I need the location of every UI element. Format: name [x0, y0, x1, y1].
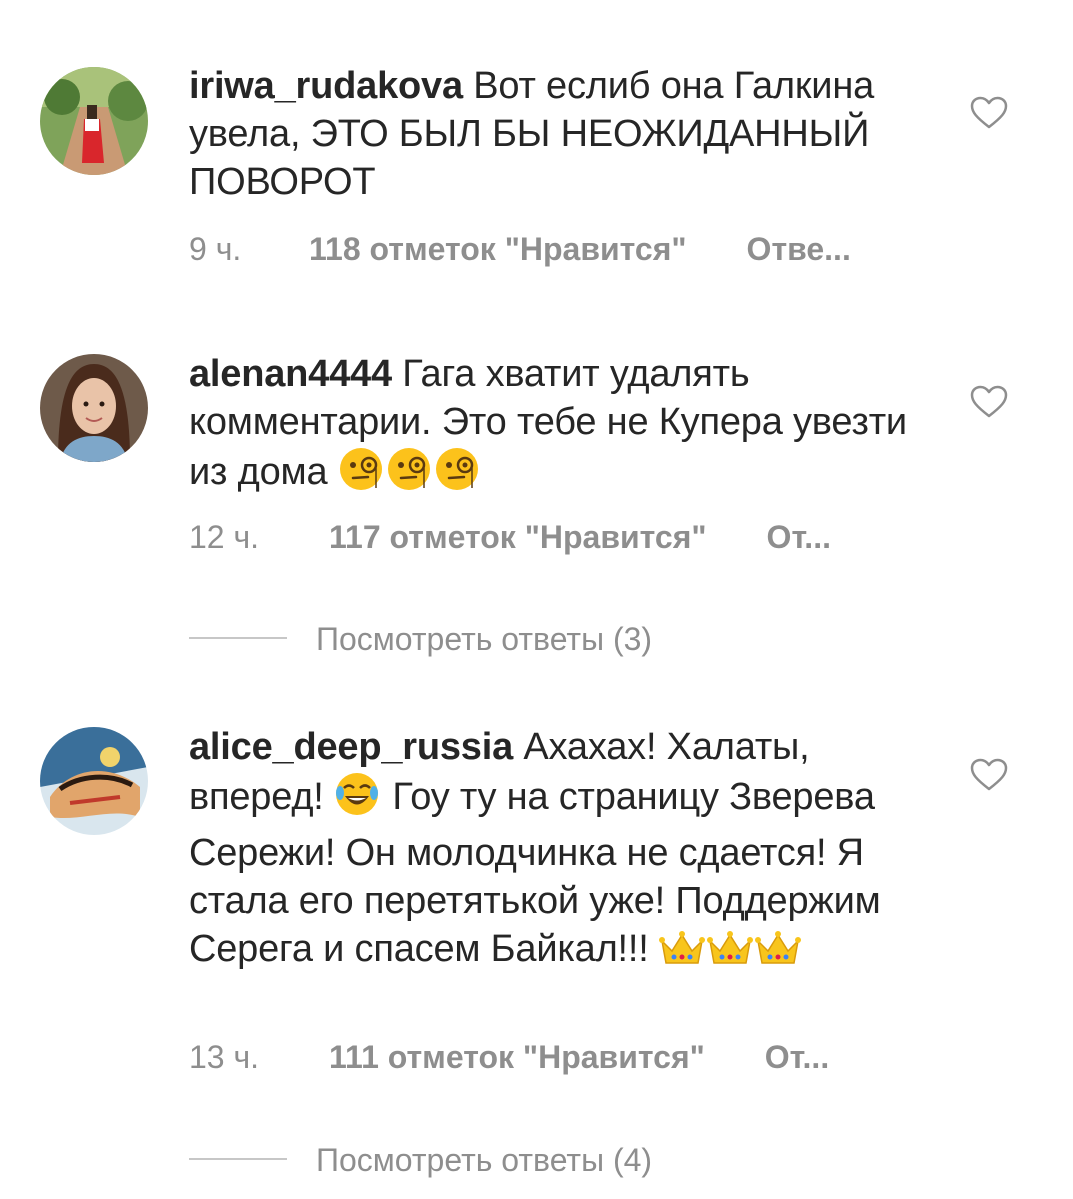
likes-count[interactable]: 111 отметок "Нравится" [329, 1037, 705, 1077]
likes-count[interactable]: 117 отметок "Нравится" [329, 517, 707, 557]
comment-text: alenan4444 Гага хватит удалять комментар… [189, 350, 939, 504]
divider-line [189, 637, 287, 639]
avatar-photo-icon [40, 354, 148, 462]
avatar[interactable] [40, 354, 148, 462]
comment-meta: 13 ч. 111 отметок "Нравится" От... [189, 1037, 829, 1077]
face-with-monocle-icon [338, 446, 384, 504]
reply-button[interactable]: От... [767, 517, 831, 557]
timestamp: 9 ч. [189, 231, 242, 267]
comment-meta: 12 ч. 117 отметок "Нравится" От... [189, 517, 831, 557]
avatar[interactable] [40, 727, 148, 835]
divider-line [189, 1158, 287, 1160]
username[interactable]: alenan4444 [189, 353, 392, 395]
comment-meta: 9 ч. 118 отметок "Нравится" Отве... [189, 229, 851, 269]
username[interactable]: alice_deep_russia [189, 726, 513, 768]
crown-icon [754, 929, 801, 981]
avatar[interactable] [40, 67, 148, 175]
timestamp: 12 ч. [189, 519, 260, 555]
face-with-monocle-icon [434, 446, 480, 504]
face-with-monocle-icon [386, 446, 432, 504]
crown-icon [706, 929, 753, 981]
timestamp: 13 ч. [189, 1039, 260, 1075]
likes-count[interactable]: 118 отметок "Нравится" [309, 229, 687, 269]
username[interactable]: iriwa_rudakova [189, 65, 463, 107]
view-replies-label[interactable]: Посмотреть ответы (4) [316, 1140, 652, 1180]
comment-text: alice_deep_russia Ахахах! Халаты, вперед… [189, 723, 939, 981]
heart-outline-icon[interactable] [970, 385, 1008, 419]
crown-icon [658, 929, 705, 981]
avatar-photo-icon [40, 67, 148, 175]
heart-outline-icon[interactable] [970, 758, 1008, 792]
view-replies-button[interactable]: Посмотреть ответы (4) [189, 1140, 729, 1180]
view-replies-label[interactable]: Посмотреть ответы (3) [316, 619, 652, 659]
comment-text: iriwa_rudakova Вот еслиб она Галкина уве… [189, 62, 939, 206]
reply-button[interactable]: Отве... [747, 229, 851, 269]
face-with-tears-of-joy-icon [334, 771, 380, 829]
heart-outline-icon[interactable] [970, 96, 1008, 130]
view-replies-button[interactable]: Посмотреть ответы (3) [189, 619, 729, 659]
avatar-photo-icon [40, 727, 148, 835]
reply-button[interactable]: От... [765, 1037, 829, 1077]
